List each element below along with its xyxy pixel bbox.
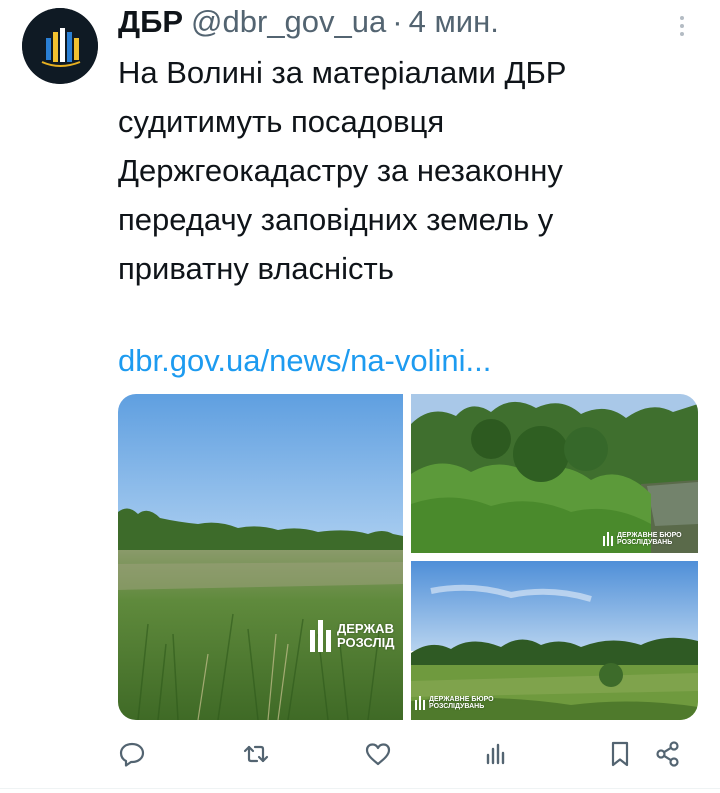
separator-dot: · <box>392 4 403 39</box>
watermark: ДЕРЖАВНЕ БЮРО РОЗСЛІДУВАНЬ <box>415 696 515 711</box>
tweet-timestamp[interactable]: 4 мин. <box>409 4 499 40</box>
views-icon[interactable] <box>476 734 516 774</box>
photo-meadow[interactable]: ДЕРЖАВ РОЗСЛІД <box>118 394 403 720</box>
more-vertical-icon[interactable] <box>672 8 692 44</box>
tweet-link[interactable]: dbr.gov.ua/news/na-volini... <box>118 336 491 385</box>
watermark: ДЕРЖАВ РОЗСЛІД <box>310 620 403 652</box>
photo-bushes-pond[interactable]: ДЕРЖАВНЕ БЮРО РОЗСЛІДУВАНЬ <box>411 394 698 553</box>
retweet-icon[interactable] <box>236 734 276 774</box>
dbr-logo-icon <box>22 8 98 84</box>
tweet-text: На Волині за матеріалами ДБР судитимуть … <box>118 55 567 286</box>
watermark: ДЕРЖАВНЕ БЮРО РОЗСЛІДУВАНЬ <box>603 532 698 547</box>
action-bar <box>0 734 720 774</box>
author-name[interactable]: ДБР <box>118 4 183 40</box>
reply-icon[interactable] <box>112 734 152 774</box>
avatar[interactable] <box>22 8 98 84</box>
bookmark-icon[interactable] <box>600 734 640 774</box>
divider <box>0 788 720 789</box>
share-icon[interactable] <box>648 734 688 774</box>
like-icon[interactable] <box>358 734 398 774</box>
photo-landscape[interactable]: ДЕРЖАВНЕ БЮРО РОЗСЛІДУВАНЬ <box>411 561 698 720</box>
tweet-header: ДБР @dbr_gov_ua · 4 мин. <box>118 2 499 42</box>
media-grid: ДЕРЖАВ РОЗСЛІД ДЕРЖАВНЕ БЮРО РОЗСЛІДУВАН… <box>118 394 698 720</box>
author-handle[interactable]: @dbr_gov_ua <box>191 4 386 40</box>
